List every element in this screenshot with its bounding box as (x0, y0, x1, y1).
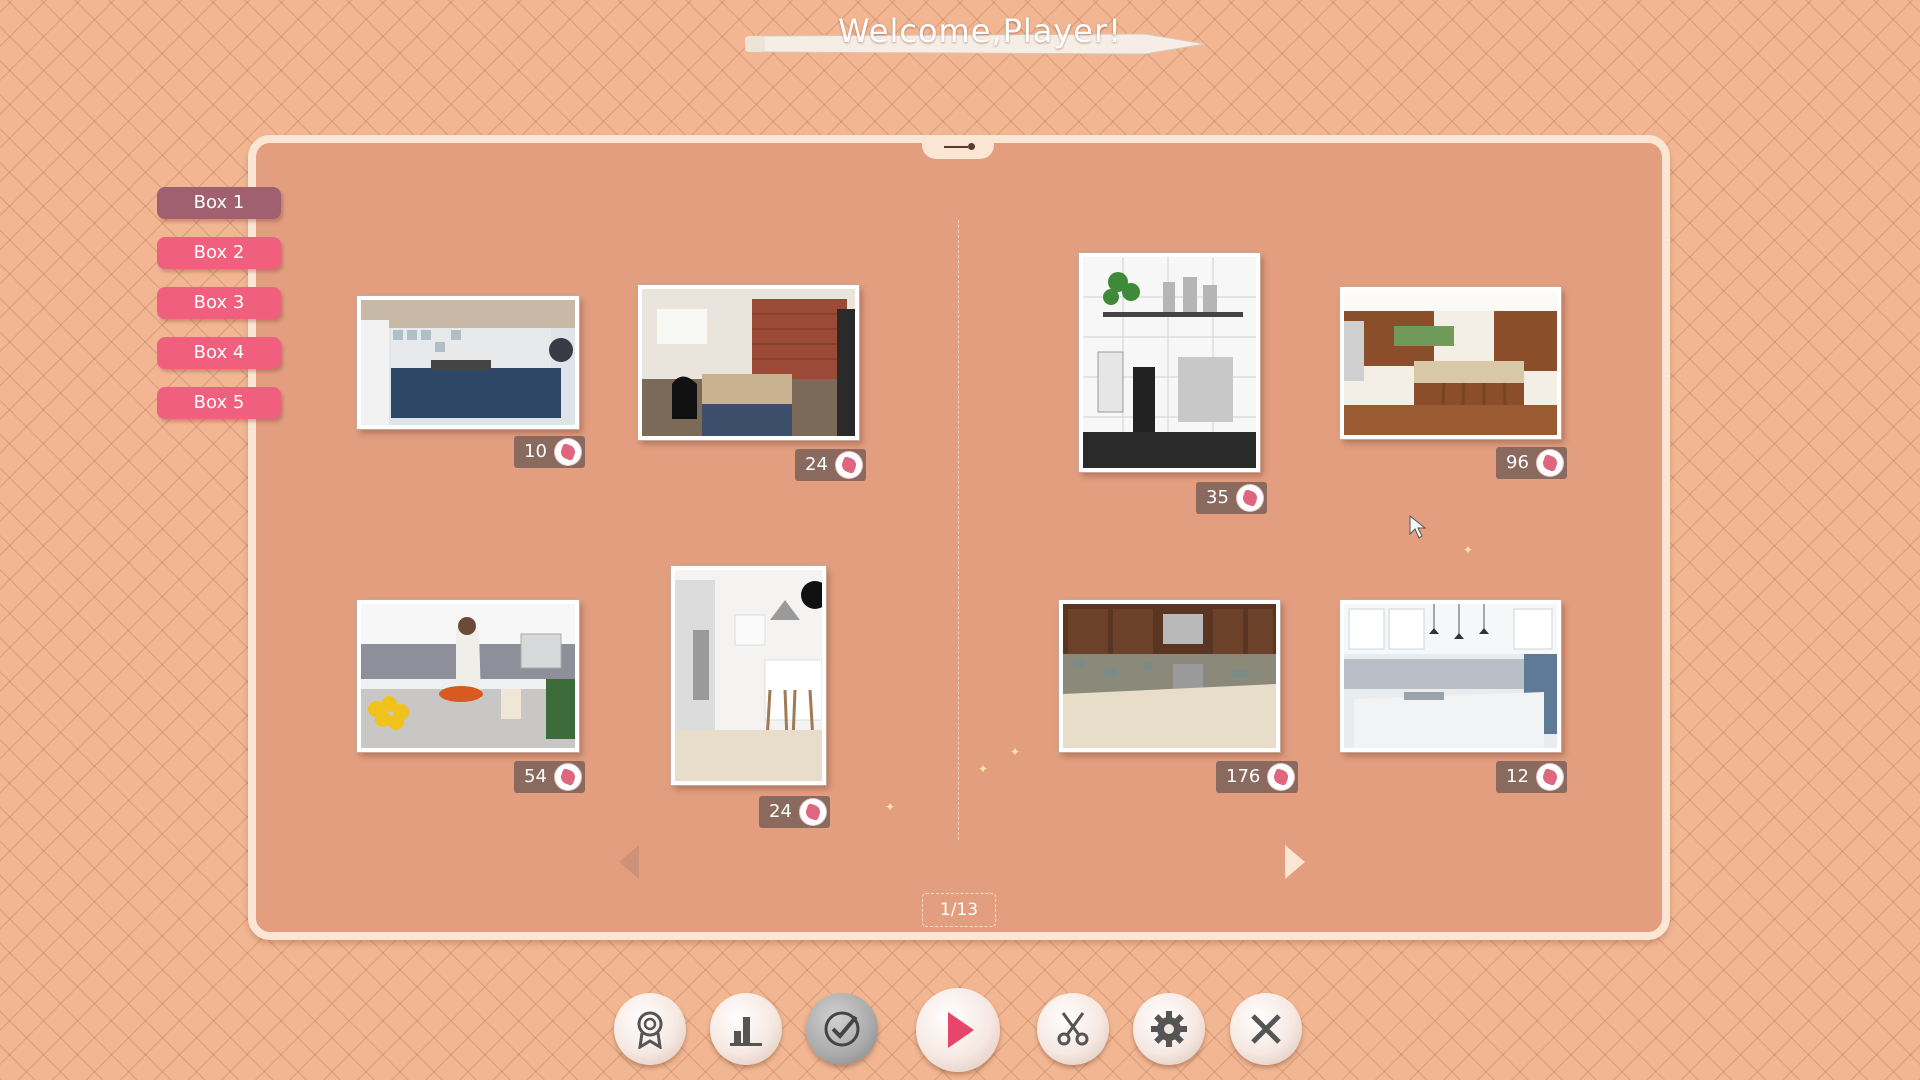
welcome-title: Welcome,Player! (838, 12, 1122, 50)
piece-count-badge: 24 (759, 796, 830, 828)
award-icon (637, 1011, 663, 1049)
puzzle-piece-icon (1268, 764, 1295, 790)
piece-count-badge: 12 (1496, 761, 1567, 793)
previous-page-arrow-icon[interactable] (619, 845, 639, 879)
puzzle-thumbnail[interactable] (1340, 600, 1561, 752)
puzzle-piece-icon (1236, 485, 1263, 511)
kitchen-photo (1344, 291, 1557, 435)
puzzle-piece-icon (554, 439, 581, 465)
kitchen-photo (361, 300, 575, 425)
close-button[interactable] (1230, 993, 1302, 1065)
puzzle-thumbnail[interactable] (1079, 253, 1260, 472)
puzzle-piece-icon (1536, 764, 1563, 790)
piece-count-badge: 96 (1496, 447, 1567, 479)
tab-box-4[interactable]: Box 4 (157, 337, 281, 369)
next-page-arrow-icon[interactable] (1285, 845, 1305, 879)
piece-count: 24 (769, 801, 792, 822)
puzzle-piece-icon (1536, 450, 1563, 476)
kitchen-photo (361, 604, 575, 748)
gear-icon (1151, 1011, 1187, 1047)
settings-button[interactable] (1133, 993, 1205, 1065)
album-board (248, 135, 1670, 940)
puzzle-thumbnail[interactable] (357, 600, 579, 752)
statistics-button[interactable] (710, 993, 782, 1065)
tab-box-3[interactable]: Box 3 (157, 287, 281, 319)
piece-count-badge: 35 (1196, 482, 1267, 514)
kitchen-photo (1083, 257, 1256, 468)
piece-count: 10 (524, 441, 547, 462)
sparkle-decoration: ✦ (978, 762, 989, 776)
puzzle-piece-icon (835, 452, 862, 478)
puzzle-thumbnail[interactable] (638, 285, 859, 440)
piece-count-badge: 176 (1216, 761, 1299, 793)
piece-count: 12 (1506, 766, 1529, 787)
puzzle-piece-icon (554, 764, 581, 790)
piece-count-badge: 54 (514, 761, 585, 793)
cut-button[interactable] (1037, 993, 1109, 1065)
sparkle-decoration: ✦ (1010, 745, 1021, 759)
play-button[interactable] (916, 988, 1000, 1072)
piece-count: 176 (1226, 766, 1261, 787)
puzzle-thumbnail[interactable] (671, 566, 826, 785)
mouse-cursor-icon (1409, 514, 1427, 539)
sparkle-decoration: ✦ (1463, 543, 1474, 557)
completed-button[interactable] (806, 993, 878, 1065)
page-indicator: 1/13 (922, 893, 996, 927)
scissors-icon (1057, 1012, 1089, 1046)
puzzle-thumbnail[interactable] (357, 296, 579, 429)
piece-count: 96 (1506, 452, 1529, 473)
kitchen-photo (675, 570, 822, 781)
kitchen-photo (1344, 604, 1557, 748)
sparkle-decoration: ✦ (885, 800, 896, 814)
close-icon (1251, 1014, 1281, 1044)
checkmark-icon (824, 1011, 860, 1047)
tab-box-1[interactable]: Box 1 (157, 187, 281, 219)
play-icon (948, 1012, 974, 1048)
kitchen-photo (1063, 604, 1276, 748)
tab-box-5[interactable]: Box 5 (157, 387, 281, 419)
bar-chart-icon (730, 1017, 762, 1046)
puzzle-piece-icon (799, 799, 826, 825)
piece-count: 24 (805, 454, 828, 475)
piece-count-badge: 24 (795, 449, 866, 481)
kitchen-photo (642, 289, 855, 436)
piece-count-badge: 10 (514, 436, 585, 468)
puzzle-thumbnail[interactable] (1059, 600, 1280, 752)
page-divider (958, 220, 959, 840)
puzzle-thumbnail[interactable] (1340, 287, 1561, 439)
album-clasp (922, 137, 994, 159)
piece-count: 54 (524, 766, 547, 787)
achievements-button[interactable] (614, 993, 686, 1065)
piece-count: 35 (1206, 487, 1229, 508)
tab-box-2[interactable]: Box 2 (157, 237, 281, 269)
